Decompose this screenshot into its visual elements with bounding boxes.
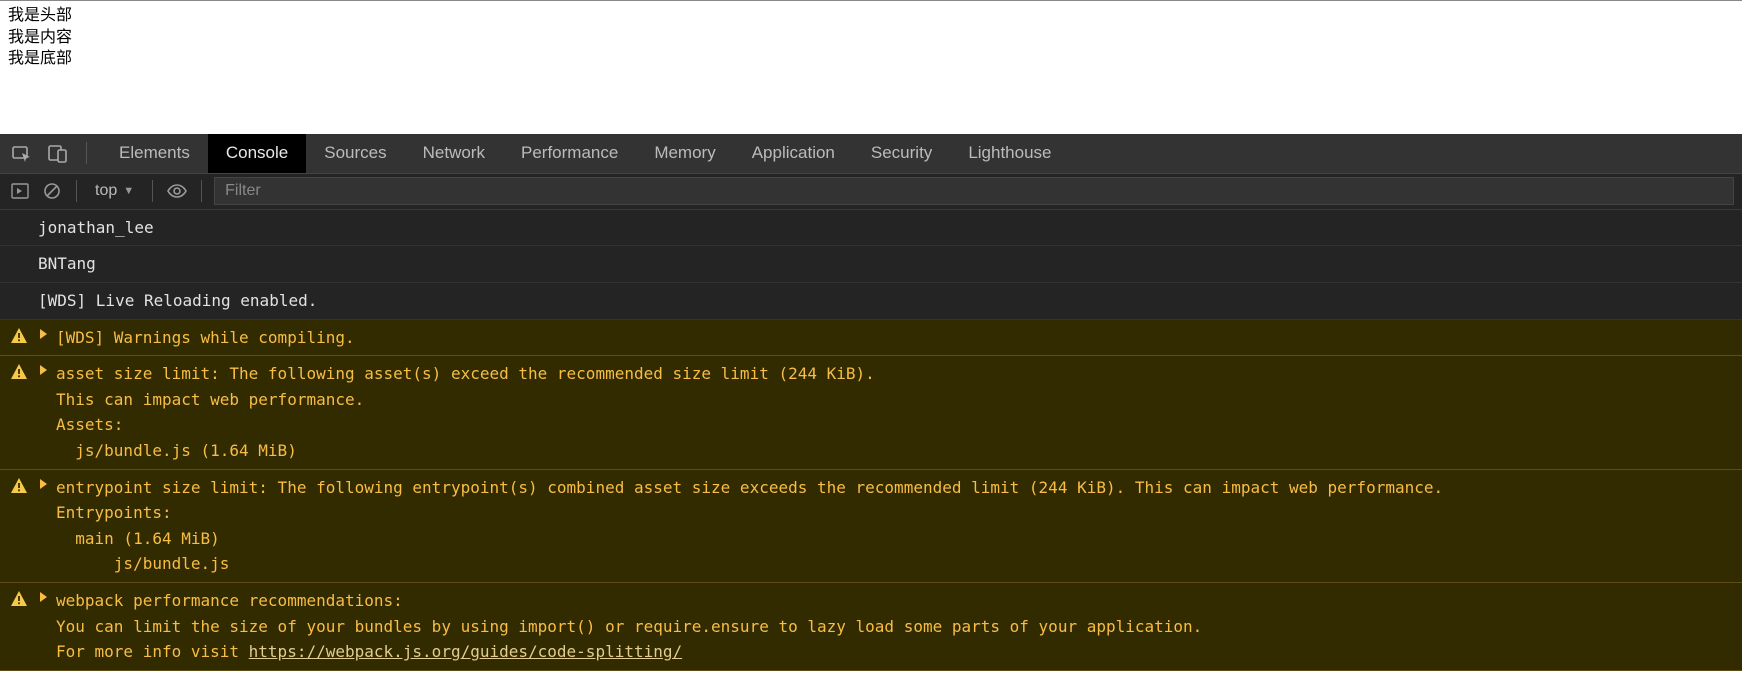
- tab-network[interactable]: Network: [405, 134, 503, 173]
- log-row-warning: [WDS] Warnings while compiling.: [0, 320, 1742, 357]
- warning-icon: [10, 327, 28, 345]
- log-link[interactable]: https://webpack.js.org/guides/code-split…: [249, 642, 682, 661]
- tab-security[interactable]: Security: [853, 134, 950, 173]
- log-text: entrypoint size limit: The following ent…: [56, 475, 1734, 577]
- devtools-panel: Elements Console Sources Network Perform…: [0, 134, 1742, 671]
- filter-input[interactable]: [214, 177, 1734, 205]
- expand-arrow-icon[interactable]: [40, 365, 47, 375]
- context-selector[interactable]: top ▼: [89, 182, 140, 200]
- tab-console[interactable]: Console: [208, 134, 306, 173]
- log-row-warning: asset size limit: The following asset(s)…: [0, 356, 1742, 469]
- tab-sources[interactable]: Sources: [306, 134, 404, 173]
- context-label: top: [95, 182, 117, 200]
- chevron-down-icon: ▼: [123, 185, 134, 197]
- warning-icon: [10, 590, 28, 608]
- log-row-warning: webpack performance recommendations: You…: [0, 583, 1742, 671]
- devtools-tabs: Elements Console Sources Network Perform…: [0, 134, 1742, 174]
- clear-console-icon[interactable]: [40, 179, 64, 203]
- expand-arrow-icon[interactable]: [40, 329, 47, 339]
- tab-memory[interactable]: Memory: [636, 134, 733, 173]
- tab-application[interactable]: Application: [734, 134, 853, 173]
- console-messages: jonathan_lee BNTang [WDS] Live Reloading…: [0, 210, 1742, 671]
- page-content: 我是头部 我是内容 我是底部: [0, 0, 1742, 74]
- warning-icon: [10, 363, 28, 381]
- warning-icon: [10, 477, 28, 495]
- inspect-icon[interactable]: [10, 141, 34, 165]
- log-text: asset size limit: The following asset(s)…: [56, 361, 1734, 463]
- log-text: [WDS] Warnings while compiling.: [56, 325, 1734, 351]
- expand-arrow-icon[interactable]: [40, 479, 47, 489]
- tab-lighthouse[interactable]: Lighthouse: [950, 134, 1069, 173]
- page-line: 我是内容: [8, 27, 1734, 49]
- page-line: 我是头部: [8, 5, 1734, 27]
- log-text: BNTang: [38, 254, 96, 273]
- log-row: BNTang: [0, 246, 1742, 283]
- log-row: [WDS] Live Reloading enabled.: [0, 283, 1742, 320]
- eye-icon[interactable]: [165, 179, 189, 203]
- log-text: jonathan_lee: [38, 218, 154, 237]
- expand-arrow-icon[interactable]: [40, 592, 47, 602]
- log-row: jonathan_lee: [0, 210, 1742, 247]
- device-toolbar-icon[interactable]: [46, 141, 70, 165]
- page-line: 我是底部: [8, 48, 1734, 70]
- log-text: [WDS] Live Reloading enabled.: [38, 291, 317, 310]
- log-text: webpack performance recommendations: You…: [56, 588, 1734, 665]
- log-row-warning: entrypoint size limit: The following ent…: [0, 470, 1742, 583]
- tab-elements[interactable]: Elements: [101, 134, 208, 173]
- toggle-sidebar-icon[interactable]: [8, 179, 32, 203]
- tab-performance[interactable]: Performance: [503, 134, 636, 173]
- console-toolbar: top ▼: [0, 174, 1742, 210]
